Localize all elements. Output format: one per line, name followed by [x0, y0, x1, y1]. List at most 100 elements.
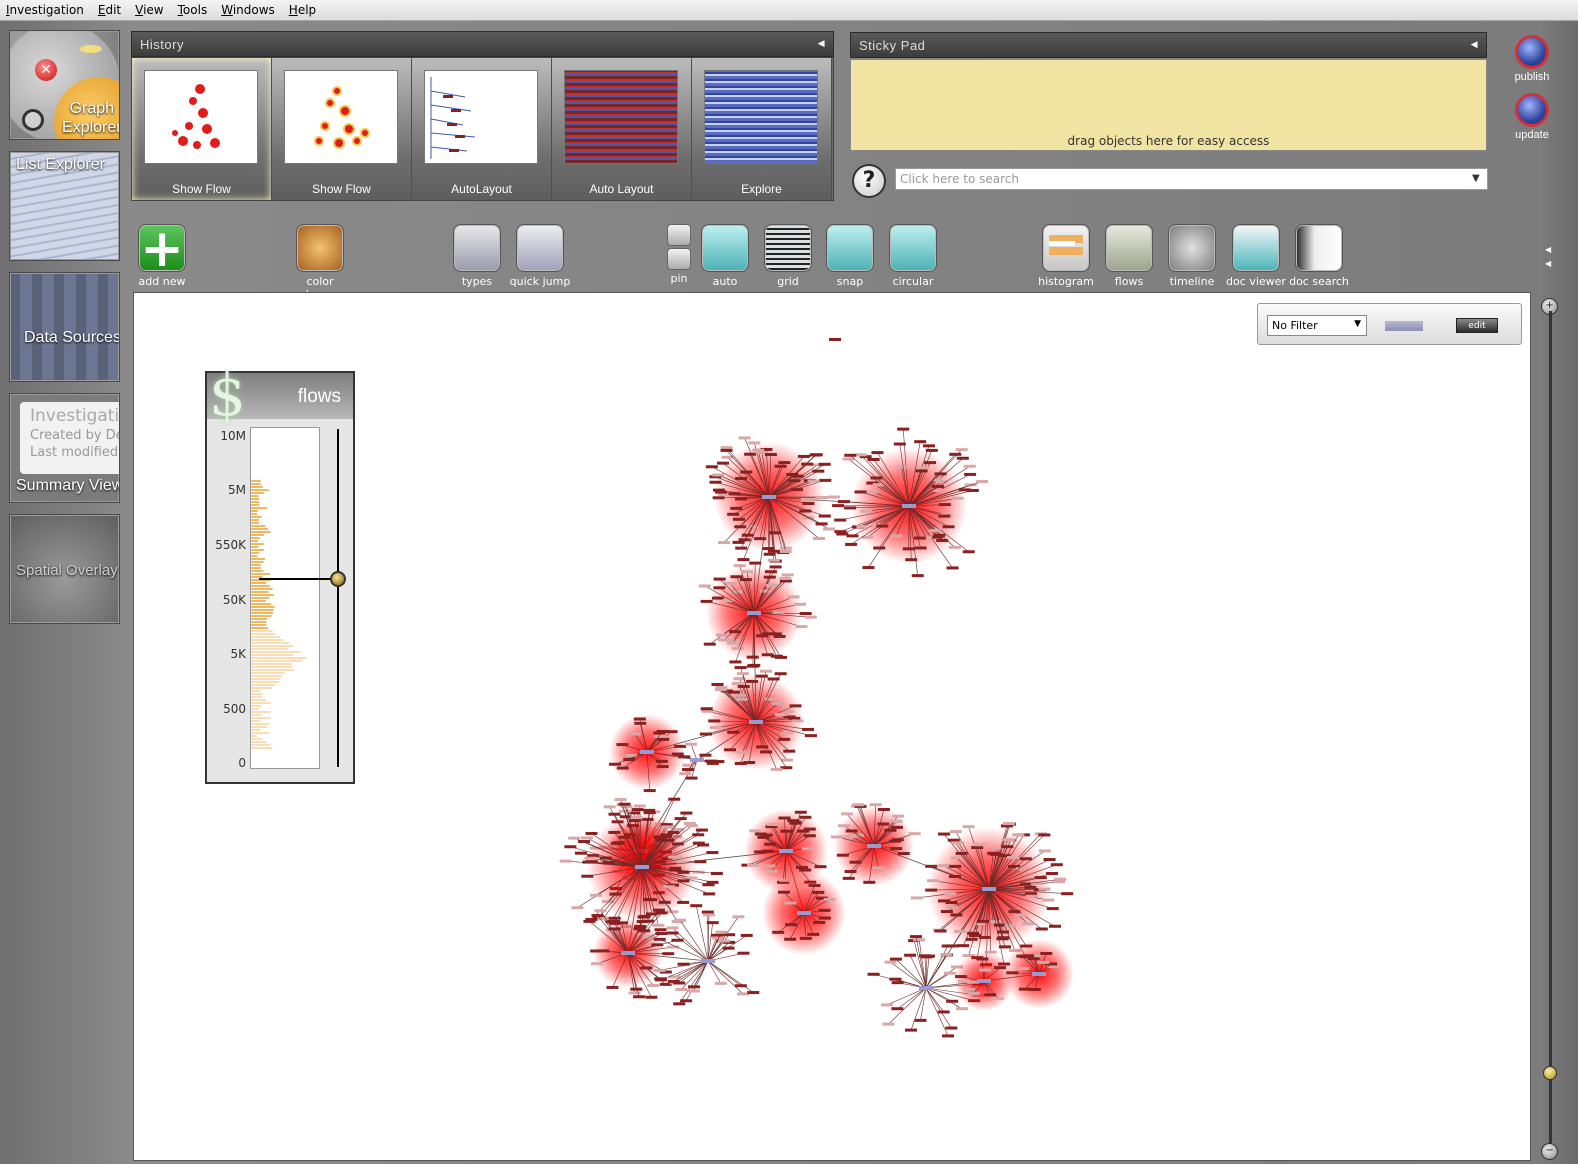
menu-help[interactable]: Help [289, 3, 316, 17]
graph-cluster [705, 436, 841, 563]
types-icon [453, 224, 501, 272]
history-item[interactable]: AutoLayout [412, 58, 552, 200]
graph-cluster [698, 561, 817, 668]
history-thumbnail [284, 70, 398, 164]
zoom-out-icon[interactable]: − [1541, 1143, 1558, 1160]
doc-viewer-button[interactable]: doc viewer [1224, 224, 1288, 288]
history-strip: Show Flow Show Flow AutoLayout Auto Layo… [131, 57, 834, 201]
sticky-pad-title: Sticky Pad [859, 38, 926, 53]
app-workspace: ✕ Graph Explorer List Explorer Data Sour… [0, 21, 1578, 1164]
filter-select[interactable]: No Filter [1267, 315, 1367, 336]
circular-layout-button[interactable]: circular [883, 224, 943, 288]
sticky-pad-header: Sticky Pad ◀ [850, 32, 1487, 58]
history-thumbnail [424, 70, 538, 164]
auto-layout-button[interactable]: auto [695, 224, 755, 288]
grid-layout-button[interactable]: grid [758, 224, 818, 288]
search-around-icon[interactable] [22, 109, 44, 131]
filter-color-swatch[interactable] [1385, 321, 1423, 331]
auto-layout-icon [701, 224, 749, 272]
quick-jump-button[interactable]: quick jump [509, 224, 571, 288]
add-new-button[interactable]: add new [132, 224, 192, 288]
search-input[interactable]: Click here to search [895, 168, 1488, 190]
nav-list-explorer-label: List Explorer [16, 156, 105, 173]
collapse-icon[interactable]: ◀ [1471, 39, 1478, 50]
circular-icon [889, 224, 937, 272]
document-search-icon [1295, 224, 1343, 272]
menu-view[interactable]: View [135, 3, 163, 17]
flows-slider-handle[interactable] [330, 571, 346, 587]
history-item-label: Show Flow [172, 182, 231, 196]
flows-widget-header: $ flows [207, 361, 353, 429]
chevron-down-icon[interactable]: ▼ [1472, 173, 1480, 184]
axis-tick: 550K [215, 538, 246, 552]
history-header: History ◀ [131, 31, 834, 57]
nav-summary-view[interactable]: Investigation Created by Deb Last modifi… [9, 393, 120, 503]
update-button[interactable]: update [1510, 93, 1554, 141]
help-icon[interactable]: ? [852, 164, 886, 198]
timeline-button[interactable]: timeline [1162, 224, 1222, 288]
quick-jump-label: quick jump [509, 275, 571, 288]
types-button[interactable]: types [447, 224, 507, 288]
history-item[interactable]: Show Flow [272, 58, 412, 200]
flows-button[interactable]: flows [1099, 224, 1159, 288]
axis-tick: 5K [230, 647, 246, 661]
histogram-label: histogram [1038, 275, 1094, 288]
graph-cluster [583, 908, 684, 999]
zoom-slider-track[interactable] [1549, 311, 1552, 1148]
grid-label: grid [777, 275, 799, 288]
history-thumbnail [564, 70, 678, 164]
history-item[interactable]: Show Flow [132, 58, 272, 200]
nav-graph-explorer[interactable]: ✕ Graph Explorer [9, 30, 120, 140]
history-item-label: Auto Layout [589, 182, 654, 196]
axis-tick: 10M [220, 429, 246, 443]
graph-cluster [559, 797, 723, 929]
histogram-button[interactable]: histogram [1036, 224, 1096, 288]
flows-slider-track[interactable] [337, 429, 339, 767]
menu-windows[interactable]: Windows [221, 3, 275, 17]
graph-canvas[interactable]: No Filter edit $ flows 10M 5M 550K 50K 5… [133, 292, 1531, 1161]
nav-spatial-overlay-label: Spatial Overlay [16, 562, 118, 579]
history-item[interactable]: Explore [692, 58, 832, 200]
nav-spatial-overlay[interactable]: Spatial Overlay [9, 514, 120, 624]
flows-threshold-line [259, 578, 339, 580]
graph-cluster [832, 427, 989, 578]
filter-edit-button[interactable]: edit [1456, 318, 1498, 333]
menu-edit[interactable]: Edit [98, 3, 121, 17]
nav-list-explorer[interactable]: List Explorer [9, 151, 120, 261]
menu-tools[interactable]: Tools [178, 3, 208, 17]
fit-icon[interactable] [80, 45, 102, 53]
doc-search-label: doc search [1289, 275, 1349, 288]
publish-label: publish [1514, 71, 1550, 83]
side-collapse-icon[interactable]: ◀ ◀ [1545, 243, 1551, 271]
snap-layout-button[interactable]: snap [820, 224, 880, 288]
dollar-icon: $ [209, 361, 246, 429]
sticky-pad-dropzone[interactable]: drag objects here for easy access [850, 59, 1487, 151]
snap-icon [826, 224, 874, 272]
publish-button[interactable]: publish [1510, 35, 1554, 83]
collapse-icon[interactable]: ◀ [818, 38, 825, 49]
nav-data-sources[interactable]: Data Sources [9, 272, 120, 382]
color-change-button[interactable]: color change [287, 224, 353, 301]
zoom-slider-handle[interactable] [1543, 1066, 1557, 1080]
palette-icon [296, 224, 344, 272]
globe-icon [1515, 35, 1549, 69]
history-title: History [140, 37, 184, 52]
axis-tick: 500 [223, 702, 246, 716]
doc-search-button[interactable]: doc search [1287, 224, 1351, 288]
nav-data-sources-label: Data Sources [24, 329, 120, 346]
grid-icon [764, 224, 812, 272]
axis-tick: 5M [228, 483, 246, 497]
pin-button[interactable]: pin [665, 224, 693, 285]
history-item[interactable]: Auto Layout [552, 58, 692, 200]
nav-graph-explorer-label: Graph Explorer [62, 100, 120, 136]
unpin-icon [667, 248, 691, 270]
circular-label: circular [892, 275, 934, 288]
histogram-icon [1042, 224, 1090, 272]
globe-icon [1515, 93, 1549, 127]
history-thumbnail [704, 70, 818, 164]
menu-investigation[interactable]: Investigation [6, 3, 84, 17]
graph-cluster [830, 803, 921, 886]
flows-histogram-widget[interactable]: $ flows 10M 5M 550K 50K 5K 500 0 [205, 361, 355, 784]
history-thumbnail [144, 70, 258, 164]
delete-icon[interactable]: ✕ [35, 59, 57, 81]
